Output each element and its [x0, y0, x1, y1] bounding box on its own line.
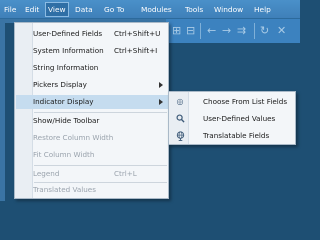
menu-item-label: Restore Column Width — [33, 133, 114, 142]
menu-modules[interactable]: Modules — [141, 5, 172, 14]
menu-item-label: Indicator Display — [33, 97, 94, 106]
menu-view[interactable]: View — [45, 2, 69, 17]
next-icon[interactable]: ⇉ — [237, 25, 246, 37]
menu-item-label: Fit Column Width — [33, 150, 95, 159]
view-menu: User-Defined Fields Ctrl+Shift+U System … — [14, 22, 169, 199]
toolbar-separator — [254, 23, 255, 39]
submenu-item-choose-from-list-fields[interactable]: ◎ Choose From List Fields — [170, 94, 295, 110]
close-icon[interactable]: ✕ — [277, 25, 286, 37]
menu-bar: File Edit View Data Go To Modules Tools … — [0, 0, 300, 19]
menu-separator — [34, 165, 167, 166]
forward-arrow-icon[interactable]: → — [222, 25, 231, 37]
menu-edit[interactable]: Edit — [25, 5, 39, 14]
menu-file[interactable]: File — [4, 5, 16, 14]
expand-icon[interactable]: ⊞ — [172, 25, 181, 37]
menu-item-shortcut: Ctrl+Shift+I — [114, 46, 158, 55]
submenu-item-label: Choose From List Fields — [203, 97, 288, 106]
menu-item-shortcut: Ctrl+Shift+U — [114, 29, 161, 38]
menu-item-show-hide-toolbar[interactable]: Show/Hide Toolbar — [16, 114, 168, 128]
choose-from-list-icon: ◎ — [176, 97, 184, 106]
menu-item-string-information[interactable]: String Information — [16, 61, 168, 75]
menu-item-label: User-Defined Fields — [33, 29, 103, 38]
menu-item-translated-values[interactable]: Translated Values — [16, 183, 168, 197]
submenu-arrow-icon — [159, 82, 163, 88]
menu-item-label: Show/Hide Toolbar — [33, 116, 100, 125]
menu-item-label: Legend — [33, 169, 60, 178]
menu-window[interactable]: Window — [214, 5, 243, 14]
toolbar-separator — [200, 23, 201, 39]
menu-item-indicator-display[interactable]: Indicator Display — [16, 95, 168, 109]
menu-data[interactable]: Data — [75, 5, 93, 14]
menu-item-shortcut: Ctrl+L — [114, 169, 137, 178]
collapse-icon[interactable]: ⊟ — [186, 25, 195, 37]
toolbar: ⊞ ⊟ ← → ⇉ ↻ ✕ — [166, 19, 300, 43]
submenu-item-user-defined-values[interactable]: User-Defined Values — [170, 111, 295, 127]
indicator-display-submenu: ◎ Choose From List Fields User-Defined V… — [168, 91, 296, 145]
magnifier-icon — [175, 114, 185, 124]
globe-icon — [175, 131, 185, 141]
menu-item-fit-column-width[interactable]: Fit Column Width — [16, 148, 168, 162]
menu-item-legend[interactable]: Legend Ctrl+L — [16, 167, 168, 181]
menu-separator — [34, 112, 167, 113]
redo-icon[interactable]: ↻ — [260, 25, 269, 37]
menu-go-to[interactable]: Go To — [104, 5, 124, 14]
menu-help[interactable]: Help — [254, 5, 271, 14]
menu-item-label: Pickers Display — [33, 80, 87, 89]
submenu-item-label: User-Defined Values — [203, 114, 276, 123]
menu-item-restore-column-width[interactable]: Restore Column Width — [16, 131, 168, 145]
menu-item-pickers-display[interactable]: Pickers Display — [16, 78, 168, 92]
submenu-item-translatable-fields[interactable]: Translatable Fields — [170, 128, 295, 144]
menu-item-label: Translated Values — [33, 185, 96, 194]
menu-tools[interactable]: Tools — [185, 5, 203, 14]
window-left-edge — [0, 19, 5, 201]
back-arrow-icon[interactable]: ← — [207, 25, 216, 37]
submenu-item-label: Translatable Fields — [203, 131, 270, 140]
menu-item-label: System Information — [33, 46, 104, 55]
menu-item-user-defined-fields[interactable]: User-Defined Fields Ctrl+Shift+U — [16, 27, 168, 41]
menu-item-label: String Information — [33, 63, 99, 72]
menu-item-system-information[interactable]: System Information Ctrl+Shift+I — [16, 44, 168, 58]
submenu-arrow-icon — [159, 99, 163, 105]
